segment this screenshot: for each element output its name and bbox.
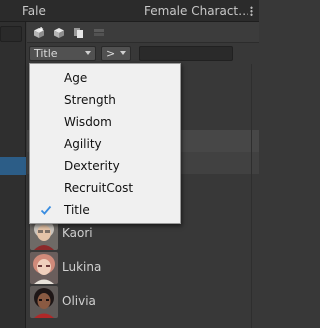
menu-item-strength[interactable]: Strength bbox=[30, 89, 180, 111]
filter-operator-dropdown[interactable]: > bbox=[101, 46, 131, 61]
menu-item-agility[interactable]: Agility bbox=[30, 133, 180, 155]
portrait-olivia bbox=[30, 286, 58, 318]
chevron-down-icon bbox=[120, 51, 126, 55]
menu-item-dexterity[interactable]: Dexterity bbox=[30, 155, 180, 177]
menu-item-label: Wisdom bbox=[64, 115, 112, 129]
tab-female-characters[interactable]: Female Charact… bbox=[144, 0, 248, 22]
toolbar bbox=[27, 22, 259, 43]
list-item[interactable]: Olivia bbox=[27, 285, 259, 319]
list-item[interactable]: Lukina bbox=[27, 251, 259, 285]
character-name: Kaori bbox=[62, 226, 93, 240]
filter-value-input[interactable] bbox=[139, 46, 233, 61]
tab-fale[interactable]: Fale bbox=[22, 0, 46, 22]
tab-menu-icon[interactable] bbox=[250, 6, 253, 16]
menu-item-label: Strength bbox=[64, 93, 116, 107]
menu-item-recruitcost[interactable]: RecruitCost bbox=[30, 177, 180, 199]
menu-item-wisdom[interactable]: Wisdom bbox=[30, 111, 180, 133]
stack-icon[interactable] bbox=[91, 25, 106, 40]
menu-item-label: Dexterity bbox=[64, 159, 120, 173]
menu-item-title[interactable]: Title bbox=[30, 199, 180, 221]
portrait-lukina bbox=[30, 252, 58, 284]
left-search-field[interactable] bbox=[0, 26, 22, 42]
menu-item-age[interactable]: Age bbox=[30, 67, 180, 89]
menu-item-label: Agility bbox=[64, 137, 102, 151]
character-name: Olivia bbox=[62, 294, 96, 308]
field-dropdown-menu: Age Strength Wisdom Agility Dexterity Re… bbox=[29, 63, 181, 224]
left-panel bbox=[0, 22, 26, 328]
character-name: Lukina bbox=[62, 260, 102, 274]
left-selected-row[interactable] bbox=[0, 157, 26, 175]
filter-field-dropdown[interactable]: Title bbox=[29, 46, 96, 61]
tab-bar: Fale Female Charact… bbox=[0, 0, 259, 22]
filter-field-label: Title bbox=[34, 47, 58, 60]
menu-item-label: Title bbox=[64, 203, 90, 217]
filter-operator-label: > bbox=[106, 47, 116, 60]
menu-item-label: RecruitCost bbox=[64, 181, 134, 195]
menu-item-label: Age bbox=[64, 71, 88, 85]
cube-add-icon[interactable] bbox=[31, 25, 46, 40]
chevron-down-icon bbox=[85, 51, 91, 55]
duplicate-icon[interactable] bbox=[71, 25, 86, 40]
checkmark-icon bbox=[40, 205, 52, 215]
filter-bar: Title > bbox=[27, 44, 259, 64]
cube-icon[interactable] bbox=[51, 25, 66, 40]
